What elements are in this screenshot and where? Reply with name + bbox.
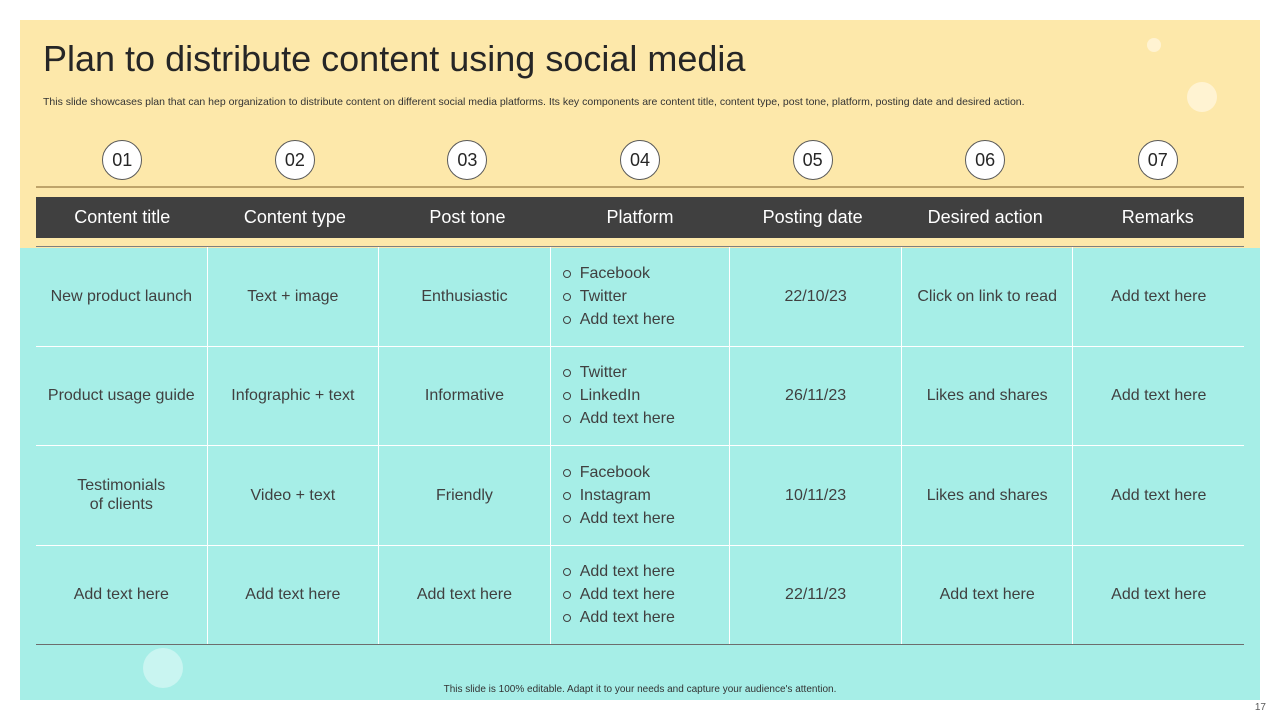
column-header: Content title [74, 207, 171, 227]
platform-list: Twitter LinkedIn Add text here [562, 361, 675, 430]
cell-remarks: Add text here [1111, 287, 1207, 305]
platform-list: Facebook Instagram Add text here [562, 461, 675, 530]
footer-note: This slide is 100% editable. Adapt it to… [443, 684, 837, 695]
table-row: New product launch Text + image Enthusia… [36, 247, 1244, 347]
cell-post-tone: Friendly [379, 446, 551, 545]
cell-content-type: Text + image [208, 247, 380, 346]
step-number-row: 01 02 03 04 05 06 07 [36, 140, 1244, 180]
step-number: 05 [792, 140, 833, 180]
column-header: Remarks [1121, 207, 1194, 227]
cell-post-tone: Add text here [379, 545, 551, 644]
step-number: 03 [447, 140, 488, 180]
decor-circle-small [1147, 38, 1161, 52]
step-number: 07 [1137, 140, 1178, 180]
cell-remarks: Add text here [1111, 486, 1207, 504]
cell-remarks: Add text here [1111, 586, 1207, 604]
cell-platform: Facebook Twitter Add text here [551, 247, 731, 346]
decor-circle-bottom [143, 648, 183, 688]
divider-line [36, 186, 1244, 188]
table-row: Testimonials of clients Video + text Fri… [36, 446, 1244, 546]
cell-content-title: Product usage guide [36, 346, 208, 445]
cell-desired-action: Click on link to read [902, 247, 1074, 346]
content-plan-table: New product launch Text + image Enthusia… [36, 247, 1244, 645]
cell-post-tone: Informative [379, 346, 551, 445]
step-number: 06 [965, 140, 1006, 180]
platform-item: LinkedIn [562, 384, 675, 407]
cell-content-title: Testimonials of clients [36, 446, 208, 545]
column-header: Content type [243, 207, 346, 227]
cell-remarks: Add text here [1111, 387, 1207, 405]
platform-item: Add text here [562, 308, 675, 331]
step-number: 02 [274, 140, 315, 180]
column-header: Post tone [429, 207, 506, 227]
platform-item: Twitter [562, 361, 675, 384]
page-subtitle: This slide showcases plan that can hep o… [43, 96, 1025, 108]
page-number: 17 [1254, 702, 1266, 713]
cell-content-title: New product launch [36, 247, 208, 346]
platform-item: Add text here [562, 583, 675, 606]
cell-content-type: Infographic + text [208, 346, 380, 445]
cell-posting-date: 10/11/23 [730, 446, 902, 545]
column-header: Platform [606, 207, 674, 227]
cell-desired-action: Add text here [902, 545, 1074, 644]
step-number: 01 [102, 140, 143, 180]
column-header: Posting date [762, 207, 863, 227]
table-row: Add text here Add text here Add text her… [36, 545, 1244, 645]
platform-list: Facebook Twitter Add text here [562, 262, 675, 331]
decor-circle-medium [1187, 82, 1217, 112]
cell-platform: Twitter LinkedIn Add text here [551, 346, 731, 445]
platform-item: Instagram [562, 484, 675, 507]
platform-item: Facebook [562, 262, 675, 285]
content-title-line: Testimonials [77, 477, 166, 495]
page-title: Plan to distribute content using social … [43, 38, 746, 79]
cell-platform: Facebook Instagram Add text here [551, 446, 731, 545]
platform-item: Twitter [562, 285, 675, 308]
cell-platform: Add text here Add text here Add text her… [551, 545, 731, 644]
table-row: Product usage guide Infographic + text I… [36, 346, 1244, 446]
cell-content-type: Add text here [208, 545, 380, 644]
cell-content-type: Video + text [208, 446, 380, 545]
platform-item: Add text here [562, 407, 675, 430]
platform-list: Add text here Add text here Add text her… [562, 560, 675, 629]
cell-desired-action: Likes and shares [902, 346, 1074, 445]
cell-posting-date: 22/11/23 [730, 545, 902, 644]
platform-item: Add text here [562, 560, 675, 583]
cell-post-tone: Enthusiastic [379, 247, 551, 346]
cell-content-title: Add text here [36, 545, 208, 644]
step-number: 04 [620, 140, 661, 180]
cell-posting-date: 22/10/23 [730, 247, 902, 346]
platform-item: Facebook [562, 461, 675, 484]
platform-item: Add text here [562, 507, 675, 530]
cell-posting-date: 26/11/23 [730, 346, 902, 445]
platform-item: Add text here [562, 606, 675, 629]
column-header: Desired action [927, 207, 1043, 227]
content-title-line: of clients [89, 496, 153, 514]
table-header: Content title Content type Post tone Pla… [36, 197, 1244, 238]
cell-desired-action: Likes and shares [902, 446, 1074, 545]
